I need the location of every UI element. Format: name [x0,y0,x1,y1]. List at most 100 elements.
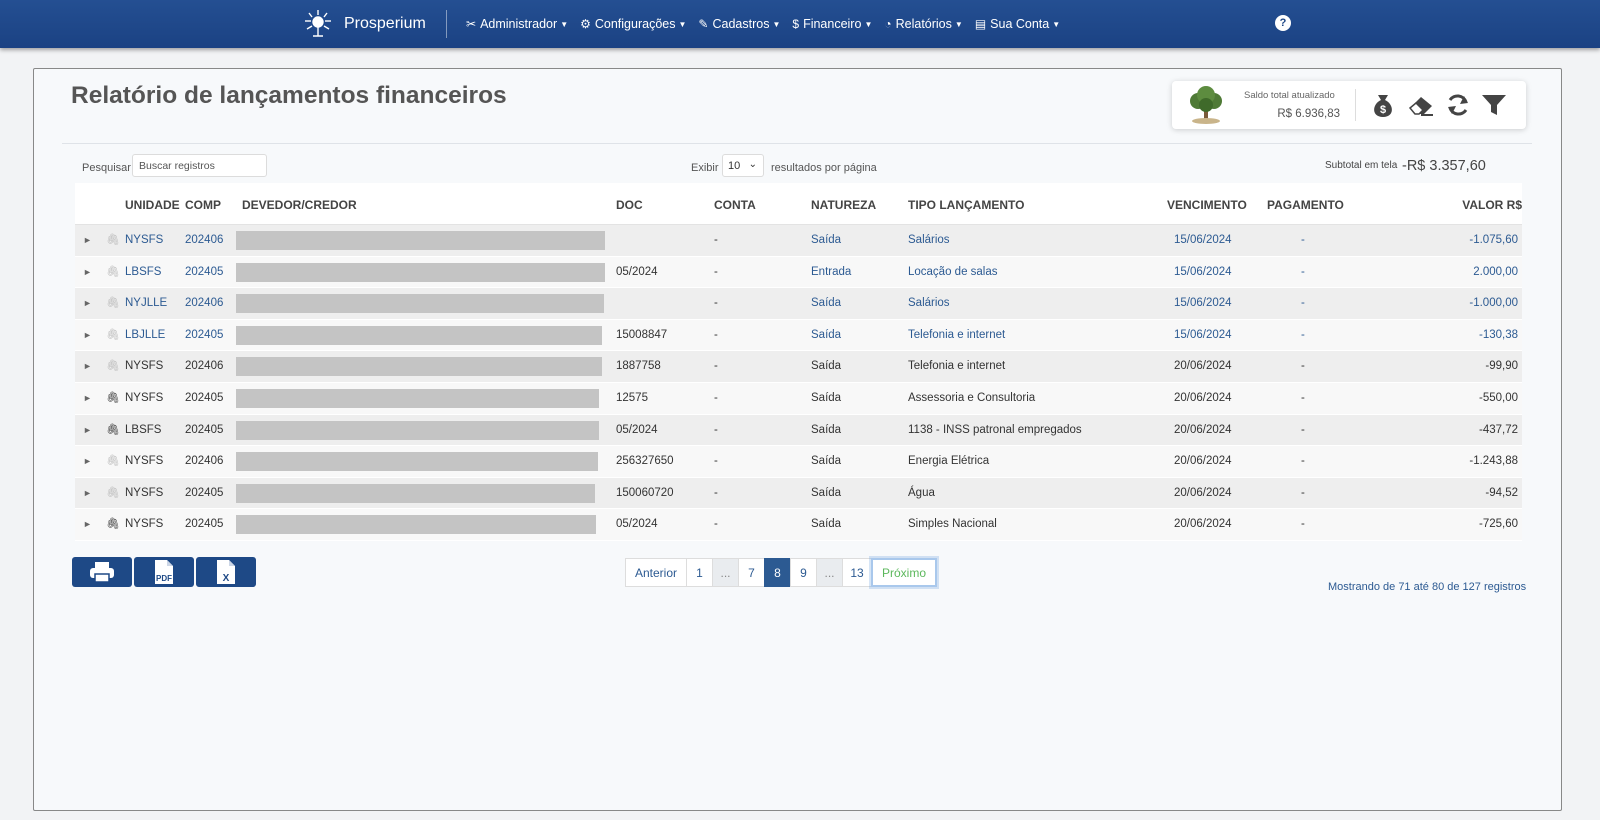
attachment-icon[interactable]: 🖇 [106,265,120,278]
cell-natureza[interactable]: Saída [811,234,841,246]
cell-pagamento[interactable]: - [1301,266,1305,278]
cell-natureza[interactable]: Entrada [811,266,851,278]
menu-configuracoes[interactable]: ⚙ Configurações ▼ [580,17,686,31]
excel-button[interactable]: X [196,557,256,587]
cell-pagamento[interactable]: - [1301,329,1305,341]
cell-valor[interactable]: -1.000,00 [1469,297,1518,309]
cell-valor[interactable]: -1.075,60 [1469,234,1518,246]
expand-row-icon[interactable]: ► [83,330,92,340]
brand[interactable]: Prosperium [302,9,426,39]
cell-pagamento[interactable]: - [1301,297,1305,309]
attachment-icon[interactable]: 🖇 [106,359,120,372]
header-unidade[interactable]: UNIDADE [125,198,180,212]
expand-row-icon[interactable]: ► [83,235,92,245]
cell-valor[interactable]: -130,38 [1479,329,1518,341]
money-bag-icon[interactable]: $ [1369,92,1397,118]
attachment-icon[interactable]: 🖇 [106,486,120,499]
header-natureza[interactable]: NATUREZA [811,198,876,212]
expand-row-icon[interactable]: ► [83,488,92,498]
attachment-icon[interactable]: 🖇 [106,328,120,341]
pagination-page-13[interactable]: 13 [842,558,872,587]
attachment-icon[interactable]: 🖇 [106,233,120,246]
cell-pagamento[interactable]: - [1301,234,1305,246]
cell-natureza[interactable]: Saída [811,297,841,309]
menu-financeiro[interactable]: $ Financeiro ▼ [792,17,872,31]
cell-comp[interactable]: 202405 [185,266,223,278]
cell-unidade[interactable]: NYJLLE [125,297,167,309]
redacted-devedor-credor [236,294,604,314]
expand-row-icon[interactable]: ► [83,519,92,529]
printer-icon [90,562,114,583]
cell-natureza: Saída [811,360,842,373]
expand-row-icon[interactable]: ► [83,361,92,371]
pdf-button[interactable]: PDF [134,557,194,587]
cell-vencimento[interactable]: 15/06/2024 [1174,234,1232,246]
search-input[interactable] [132,154,267,177]
pagination-next[interactable]: Próximo [871,558,937,587]
refresh-icon[interactable] [1444,92,1472,118]
filter-icon[interactable] [1480,92,1508,118]
cell-pagamento: - [1301,423,1305,436]
table-row[interactable]: ► 🖇 NYSFS 202406 1887758 - Saída Telefonia e in… [75,351,1522,383]
table-row[interactable]: ► 🖇 LBSFS 202405 05/2024 - Entrada Locação de s… [75,256,1522,289]
table-row[interactable]: ► 🖇 NYSFS 202405 12575 - Saída Assessoria e Con… [75,382,1522,415]
cell-unidade[interactable]: LBJLLE [125,329,165,341]
cell-conta: - [714,486,718,499]
table-row[interactable]: ► 🖇 NYJLLE 202406 - Saída Salários 15/06/2024 - -… [75,288,1522,320]
expand-row-icon[interactable]: ► [83,456,92,466]
expand-row-icon[interactable]: ► [83,393,92,403]
table-row[interactable]: ► 🖇 LBJLLE 202405 15008847 - Saída Telefonia e … [75,319,1522,352]
cell-tipo-lancamento[interactable]: Telefonia e internet [908,329,1005,341]
header-doc[interactable]: DOC [616,198,643,212]
pagination-page-8[interactable]: 8 [764,558,791,587]
cell-tipo-lancamento[interactable]: Salários [908,234,950,246]
menu-administrador[interactable]: ✂ Administrador ▼ [466,17,568,31]
cell-comp[interactable]: 202406 [185,234,223,246]
header-pagamento[interactable]: PAGAMENTO [1267,198,1344,212]
table-row[interactable]: ► 🖇 NYSFS 202405 150060720 - Saída Água 20/06/20… [75,477,1522,510]
cell-comp[interactable]: 202406 [185,297,223,309]
pagination-page-1[interactable]: 1 [686,558,713,587]
table-row[interactable]: ► 🖇 NYSFS 202406 256327650 - Saída Energia Elét… [75,446,1522,478]
menu-cadastros[interactable]: ✎ Cadastros ▼ [698,17,780,31]
table-row[interactable]: ► 🖇 NYSFS 202405 05/2024 - Saída Simples Nacion… [75,509,1522,541]
expand-row-icon[interactable]: ► [83,298,92,308]
cell-tipo-lancamento[interactable]: Locação de salas [908,266,998,278]
header-conta[interactable]: CONTA [714,198,756,212]
eraser-icon[interactable] [1407,92,1435,118]
pagination-page-7[interactable]: 7 [738,558,765,587]
cell-conta: - [714,234,718,246]
attachment-icon[interactable]: 🖇 [106,517,120,530]
cell-vencimento[interactable]: 15/06/2024 [1174,329,1232,341]
print-button[interactable] [72,557,132,587]
cell-valor[interactable]: 2.000,00 [1473,266,1518,278]
cell-unidade[interactable]: NYSFS [125,234,163,246]
page-size-select[interactable]: 10 ⌄ [722,154,764,177]
header-devedor-credor[interactable]: DEVEDOR/CREDOR [242,198,357,212]
header-tipo-lancamento[interactable]: TIPO LANÇAMENTO [908,198,1024,212]
cell-tipo-lancamento: Energia Elétrica [908,455,990,468]
menu-sua-conta[interactable]: ▤ Sua Conta ▼ [975,17,1060,31]
header-valor[interactable]: VALOR R$ [1462,198,1522,212]
expand-row-icon[interactable]: ► [83,425,92,435]
attachment-icon[interactable]: 🖇 [106,296,120,309]
table-row[interactable]: ► 🖇 LBSFS 202405 05/2024 - Saída 1138 - INSS pa… [75,414,1522,447]
cell-natureza[interactable]: Saída [811,329,841,341]
balance-value: R$ 6.936,83 [1277,108,1340,120]
pagination-previous[interactable]: Anterior [625,558,687,587]
help-icon[interactable]: ? [1275,15,1291,31]
menu-relatorios[interactable]: ◔ Relatórios ▼ [884,17,962,31]
table-row[interactable]: ► 🖇 NYSFS 202406 - Saída Salários 15/06/2024 - -1… [75,225,1522,257]
cell-tipo-lancamento[interactable]: Salários [908,297,950,309]
attachment-icon[interactable]: 🖇 [106,454,120,467]
cell-vencimento[interactable]: 15/06/2024 [1174,266,1232,278]
header-comp[interactable]: COMP [185,198,221,212]
cell-comp[interactable]: 202405 [185,329,223,341]
cell-vencimento[interactable]: 15/06/2024 [1174,297,1232,309]
expand-row-icon[interactable]: ► [83,267,92,277]
attachment-icon[interactable]: 🖇 [106,423,120,436]
header-vencimento[interactable]: VENCIMENTO [1167,198,1247,212]
attachment-icon[interactable]: 🖇 [106,391,120,404]
cell-unidade[interactable]: LBSFS [125,266,161,278]
pagination-page-9[interactable]: 9 [790,558,817,587]
